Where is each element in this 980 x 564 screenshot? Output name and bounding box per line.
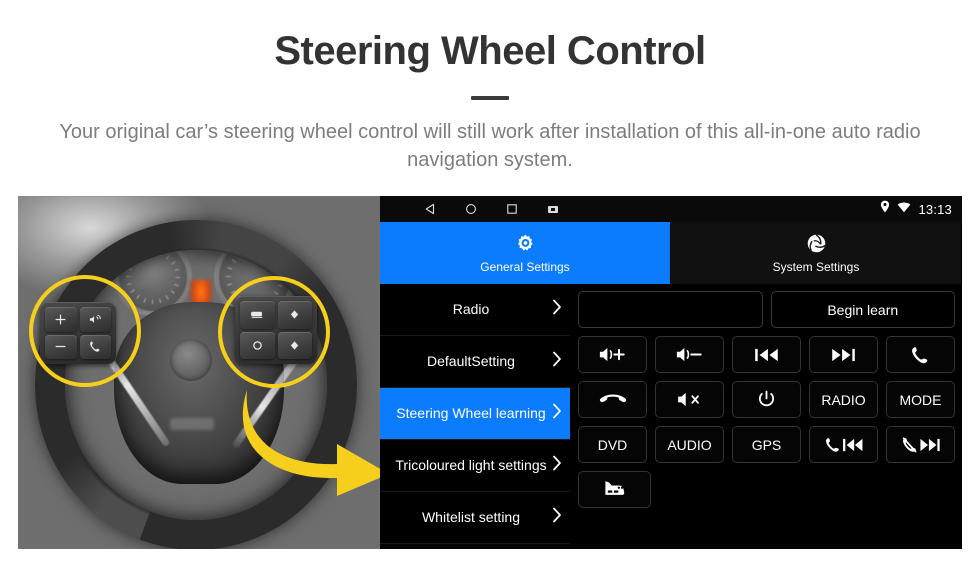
chevron-right-icon — [552, 299, 562, 320]
system-logo-icon — [806, 233, 827, 255]
key-car[interactable] — [578, 471, 651, 508]
menu-item-steering-wheel-learning[interactable]: Steering Wheel learning — [380, 388, 570, 440]
menu-item-radio[interactable]: Radio — [380, 284, 570, 336]
gear-icon — [515, 233, 536, 255]
menu-item-defaultsetting[interactable]: DefaultSetting — [380, 336, 570, 388]
learn-key-field[interactable] — [578, 291, 763, 328]
head-unit-screen: 13:13 General Settings System Settings R… — [380, 196, 962, 549]
key-phone-mute-next[interactable] — [886, 426, 955, 463]
screenshot-icon[interactable] — [545, 202, 560, 217]
menu-item-label: Tricoloured light settings — [395, 457, 547, 474]
title-divider — [471, 96, 509, 100]
location-pin-icon — [880, 200, 890, 218]
key-next[interactable] — [809, 336, 878, 373]
steering-wheel-photo — [18, 196, 380, 549]
key-audio[interactable]: AUDIO — [655, 426, 724, 463]
menu-item-label: Radio — [452, 301, 490, 318]
key-mute[interactable] — [655, 381, 724, 418]
page-subtitle: Your original car’s steering wheel contr… — [59, 121, 921, 172]
page-title: Steering Wheel Control — [274, 29, 706, 73]
begin-learn-button[interactable]: Begin learn — [770, 291, 955, 328]
recents-icon[interactable] — [504, 202, 519, 217]
key-gps[interactable]: GPS — [732, 426, 801, 463]
key-previous[interactable] — [732, 336, 801, 373]
highlight-circle-left — [29, 275, 141, 387]
chevron-right-icon — [552, 351, 562, 372]
menu-item-whitelist-setting[interactable]: Whitelist setting — [380, 492, 570, 544]
status-indicators: 13:13 — [880, 196, 952, 222]
highlight-circle-right — [218, 276, 330, 388]
wifi-icon — [897, 200, 911, 218]
function-key-row — [578, 336, 955, 373]
status-clock: 13:13 — [918, 201, 952, 217]
steering-wheel-learning-panel: Begin learn RADIO MODE DVD AUDIO GPS — [570, 284, 962, 549]
android-status-bar: 13:13 — [380, 196, 962, 222]
key-answer[interactable] — [886, 336, 955, 373]
chevron-right-icon — [552, 507, 562, 528]
key-volume-down[interactable] — [655, 336, 724, 373]
hub-emblem — [170, 418, 214, 430]
key-radio[interactable]: RADIO — [809, 381, 878, 418]
key-mode[interactable]: MODE — [886, 381, 955, 418]
function-key-row — [578, 471, 955, 508]
menu-item-tricoloured-light-settings[interactable]: Tricoloured light settings — [380, 440, 570, 492]
key-phone-previous[interactable] — [809, 426, 878, 463]
back-icon[interactable] — [422, 202, 437, 217]
airbag-center — [170, 339, 212, 381]
tab-general-settings-label: General Settings — [480, 259, 570, 274]
key-hangup[interactable] — [578, 381, 647, 418]
function-key-row: DVD AUDIO GPS — [578, 426, 955, 463]
home-icon[interactable] — [463, 202, 478, 217]
tab-general-settings[interactable]: General Settings — [380, 222, 671, 284]
menu-item-label: DefaultSetting — [427, 353, 515, 370]
chevron-right-icon — [552, 455, 562, 476]
menu-item-label: Steering Wheel learning — [396, 405, 546, 422]
page-header: Steering Wheel Control Your original car… — [0, 0, 980, 175]
learn-row: Begin learn — [578, 291, 955, 328]
tab-system-settings-label: System Settings — [772, 259, 860, 274]
settings-menu-list: Radio DefaultSetting Steering Wheel lear… — [380, 284, 570, 549]
tab-system-settings[interactable]: System Settings — [671, 222, 962, 284]
settings-tabs: General Settings System Settings — [380, 222, 962, 284]
function-key-row: RADIO MODE — [578, 381, 955, 418]
key-volume-up[interactable] — [578, 336, 647, 373]
menu-item-label: Whitelist setting — [421, 509, 521, 526]
key-power[interactable] — [732, 381, 801, 418]
flow-arrow-icon — [242, 390, 380, 496]
device-strip: 13:13 General Settings System Settings R… — [18, 196, 962, 549]
settings-body: Radio DefaultSetting Steering Wheel lear… — [380, 284, 962, 549]
chevron-right-icon — [552, 403, 562, 424]
key-dvd[interactable]: DVD — [578, 426, 647, 463]
navigation-keys — [422, 202, 560, 217]
